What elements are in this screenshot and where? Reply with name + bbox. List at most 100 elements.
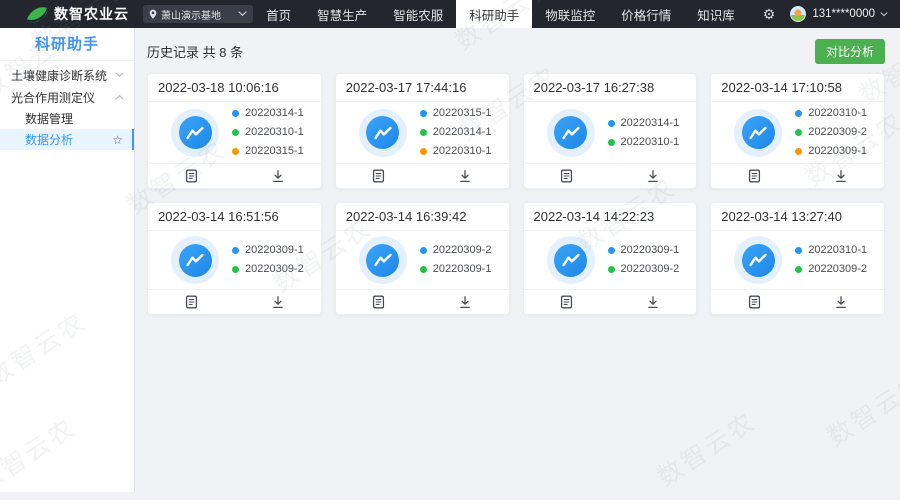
submenu-label: 数据分析 (25, 131, 73, 148)
card-datetime: 2022-03-18 10:06:16 (148, 74, 321, 102)
report-button[interactable] (336, 290, 422, 314)
legend-label: 20220309-2 (808, 126, 867, 139)
card-footer (524, 289, 697, 314)
gear-icon[interactable]: ⚙ (763, 0, 776, 28)
star-icon[interactable]: ☆ (112, 134, 123, 146)
sidebar-item-data-analysis[interactable]: 数据分析 ☆ (0, 129, 134, 150)
history-card[interactable]: 2022-03-14 16:51:56 20220309-120220309-2 (147, 202, 322, 315)
report-button[interactable] (524, 164, 610, 188)
legend-item: 20220309-2 (608, 263, 680, 276)
download-button[interactable] (610, 164, 696, 188)
card-datetime: 2022-03-14 17:10:58 (711, 74, 884, 102)
legend-label: 20220315-1 (245, 145, 304, 158)
card-body: 20220314-1 20220310-1 20220315-1 (148, 102, 321, 163)
legend-item: 20220309-2 (232, 263, 304, 276)
card-footer (711, 163, 884, 188)
card-body: 20220310-1 20220309-2 20220309-1 (711, 102, 884, 163)
nav-item-smart-agri-service[interactable]: 智能农服 (380, 0, 456, 28)
nav-item-home[interactable]: 首页 (253, 0, 304, 28)
legend-label: 20220310-1 (808, 107, 867, 120)
legend-dot-orange (232, 148, 239, 155)
legend-item: 20220309-2 (420, 244, 492, 257)
report-button[interactable] (711, 164, 797, 188)
legend-item: 20220310-1 (795, 244, 867, 257)
chevron-up-icon (115, 94, 124, 100)
card-datetime: 2022-03-14 13:27:40 (711, 203, 884, 231)
legend-dot-green (608, 139, 615, 146)
card-body: 20220309-2 20220309-1 (336, 231, 509, 289)
download-button[interactable] (234, 290, 320, 314)
download-button[interactable] (422, 290, 508, 314)
legend-item: 20220309-1 (232, 244, 304, 257)
legend-dot-green (608, 266, 615, 273)
history-card[interactable]: 2022-03-17 17:44:16 20220315-120220314-1… (335, 73, 510, 189)
main-nav: 首页智慧生产智能农服科研助手物联监控价格行情知识库 (253, 0, 748, 28)
legend-label: 20220309-1 (433, 263, 492, 276)
legend-label: 20220315-1 (433, 107, 492, 120)
legend-dot-blue (420, 247, 427, 254)
download-button[interactable] (610, 290, 696, 314)
app-logo[interactable]: 数智农业云 (24, 0, 129, 28)
card-body: 20220314-120220310-1 (524, 102, 697, 163)
card-footer (336, 289, 509, 314)
submenu-label: 数据管理 (25, 110, 73, 127)
download-button[interactable] (798, 164, 884, 188)
history-card[interactable]: 2022-03-14 17:10:58 20220310-1 20220309-2… (710, 73, 885, 189)
report-button[interactable] (711, 290, 797, 314)
nav-item-iot-monitoring[interactable]: 物联监控 (532, 0, 608, 28)
user-menu[interactable]: 131****0000 (790, 0, 888, 28)
legend-label: 20220309-1 (808, 145, 867, 158)
nav-item-knowledge-base[interactable]: 知识库 (684, 0, 748, 28)
card-legend: 20220309-1 20220309-2 (232, 244, 304, 276)
legend-label: 20220309-2 (433, 244, 492, 257)
nav-item-research-assistant[interactable]: 科研助手 (456, 0, 532, 28)
legend-item: 20220314-1 (420, 126, 492, 139)
sidebar-group-photosynthesis-meter[interactable]: 光合作用测定仪 (0, 86, 134, 108)
legend-label: 20220309-2 (621, 263, 680, 276)
report-button[interactable] (148, 164, 234, 188)
download-button[interactable] (798, 290, 884, 314)
nav-item-smart-production[interactable]: 智慧生产 (304, 0, 380, 28)
legend-label: 20220310-1 (433, 145, 492, 158)
legend-label: 20220314-1 (245, 107, 304, 120)
line-chart-icon (734, 109, 782, 157)
legend-item: 20220310-1 (608, 136, 680, 149)
report-button[interactable] (336, 164, 422, 188)
history-card[interactable]: 2022-03-14 13:27:40 20220310-120220309-2 (710, 202, 885, 315)
legend-item: 20220309-1 (420, 263, 492, 276)
legend-label: 20220310-1 (245, 126, 304, 139)
group-label: 光合作用测定仪 (11, 89, 95, 106)
legend-item: 20220314-1 (232, 107, 304, 120)
legend-dot-green (795, 129, 802, 136)
legend-dot-blue (795, 110, 802, 117)
card-footer (711, 289, 884, 314)
history-card[interactable]: 2022-03-18 10:06:16 20220314-1 20220310-1… (147, 73, 322, 189)
legend-item: 20220310-1 (232, 126, 304, 139)
download-button[interactable] (422, 164, 508, 188)
chevron-down-icon (880, 12, 888, 17)
legend-dot-blue (795, 247, 802, 254)
chevron-down-icon (115, 72, 124, 78)
sidebar-item-data-management[interactable]: 数据管理 (0, 108, 134, 129)
history-card[interactable]: 2022-03-17 16:27:38 20220314-120220310-1 (523, 73, 698, 189)
card-datetime: 2022-03-14 14:22:23 (524, 203, 697, 231)
card-body: 20220309-120220309-2 (524, 231, 697, 289)
history-card[interactable]: 2022-03-14 14:22:23 20220309-120220309-2 (523, 202, 698, 315)
report-button[interactable] (524, 290, 610, 314)
legend-dot-blue (232, 247, 239, 254)
legend-item: 20220309-1 (795, 145, 867, 158)
report-button[interactable] (148, 290, 234, 314)
location-pin-icon (149, 9, 157, 19)
legend-dot-green (795, 266, 802, 273)
card-legend: 20220314-1 20220310-1 20220315-1 (232, 107, 304, 158)
card-footer (148, 289, 321, 314)
sidebar-group-soil-diagnosis[interactable]: 土壤健康诊断系统 (0, 64, 134, 86)
history-count-title: 历史记录 共 8 条 (147, 42, 243, 61)
download-button[interactable] (234, 164, 320, 188)
legend-item: 20220309-2 (795, 126, 867, 139)
base-location-select[interactable]: 萧山演示基地 (143, 5, 253, 23)
history-card[interactable]: 2022-03-14 16:39:42 20220309-220220309-1 (335, 202, 510, 315)
leaf-logo-icon (24, 5, 49, 24)
compare-analysis-button[interactable]: 对比分析 (815, 39, 885, 64)
nav-item-price-quotes[interactable]: 价格行情 (608, 0, 684, 28)
